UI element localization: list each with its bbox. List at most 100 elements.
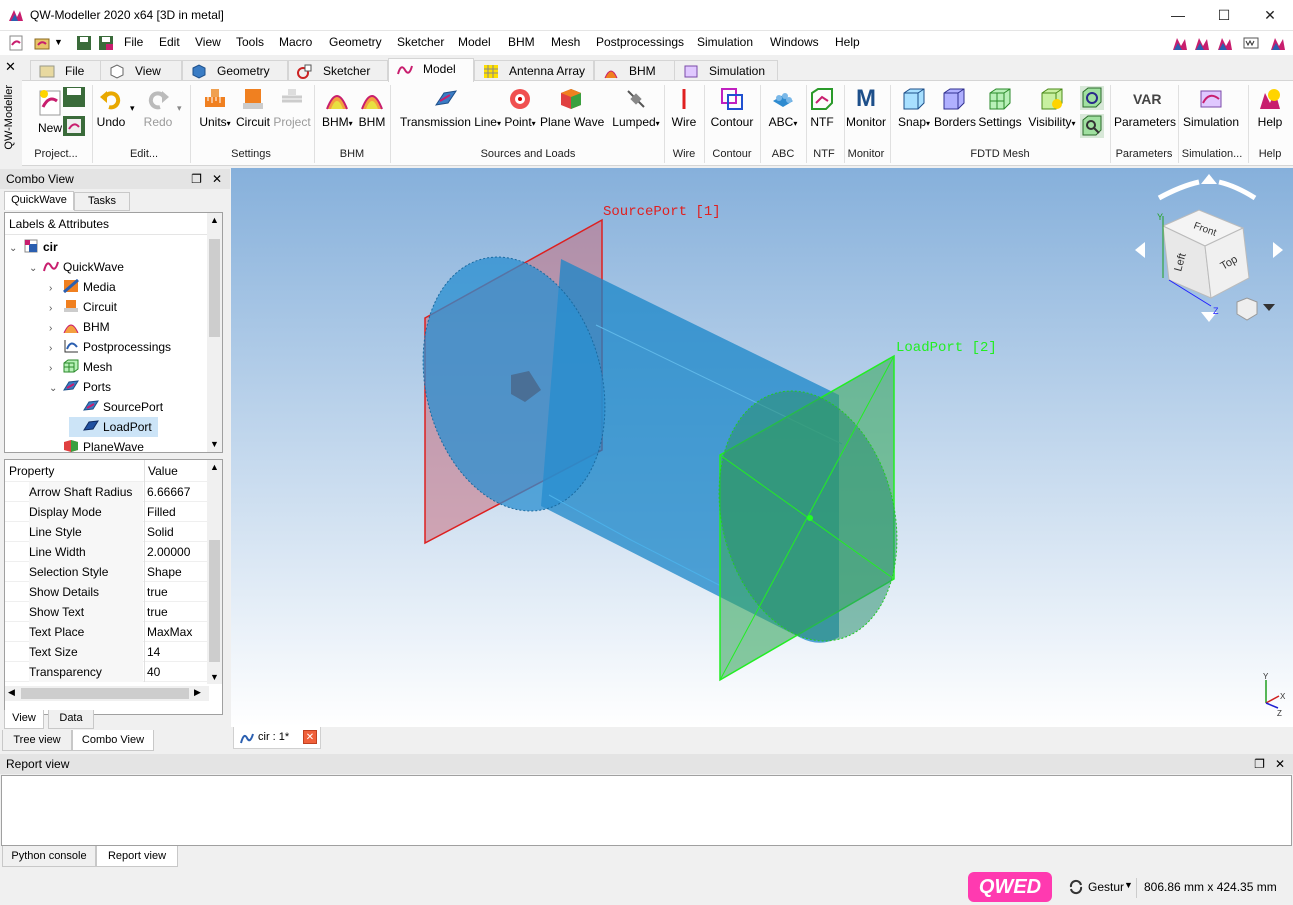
navigation-dropdown-icon[interactable]: ▼	[1124, 880, 1133, 890]
tree-item-cir[interactable]: ⌄ cir	[9, 237, 58, 257]
tab-geometry[interactable]: Geometry	[182, 60, 288, 81]
plane-wave-button[interactable]: Plane Wave	[540, 87, 604, 129]
lumped-button[interactable]: Lumped▾	[612, 87, 660, 129]
property-hscroll-thumb[interactable]	[21, 688, 189, 699]
visibility-button[interactable]: Visibility▾	[1028, 87, 1076, 129]
property-row[interactable]: Display Mode Filled	[5, 502, 209, 522]
close-icon[interactable]: ✕	[212, 172, 222, 186]
navigation-style-label[interactable]: Gestur	[1088, 880, 1124, 894]
3d-scene[interactable]: SourcePort [1] LoadPort [2] Front Left T…	[231, 168, 1293, 727]
doc-tab-close-icon[interactable]: ✕	[303, 730, 317, 744]
web-icon[interactable]	[1243, 35, 1259, 51]
group-simulation-label[interactable]: Simulation...	[1178, 148, 1246, 160]
tree-item-sourceport[interactable]: SourcePort	[69, 397, 163, 417]
close-button[interactable]: ✕	[1247, 0, 1293, 31]
property-value[interactable]: Shape	[144, 562, 182, 582]
menu-model[interactable]: Model	[458, 35, 491, 49]
tree-item-media[interactable]: › Media	[49, 277, 116, 297]
property-value[interactable]: MaxMax	[144, 622, 192, 642]
tab-simulation[interactable]: Simulation	[674, 60, 778, 81]
property-value[interactable]: 14	[144, 642, 160, 662]
menu-postprocessings[interactable]: Postprocessings	[596, 35, 684, 49]
property-row[interactable]: Text Size 14	[5, 642, 209, 662]
tree-item-postprocessings[interactable]: › Postprocessings	[49, 337, 171, 357]
tree-item-quickwave[interactable]: ⌄ QuickWave	[29, 257, 124, 277]
tree-item-ports[interactable]: ⌄ Ports	[49, 377, 111, 397]
close-icon[interactable]: ✕	[1275, 757, 1285, 771]
contour-button[interactable]: Contour	[710, 87, 754, 129]
minimize-button[interactable]: —	[1155, 0, 1201, 31]
property-value[interactable]: Solid	[144, 522, 174, 542]
save-as-icon[interactable]	[98, 35, 114, 51]
rotate-up-icon[interactable]	[1201, 174, 1217, 184]
new-doc-icon[interactable]	[8, 35, 24, 51]
property-value[interactable]: Filled	[144, 502, 176, 522]
expand-arrow-icon[interactable]: ⌄	[29, 259, 43, 279]
group-project-label[interactable]: Project...	[22, 148, 90, 160]
expand-arrow-icon[interactable]: ›	[49, 279, 63, 299]
redo-dropdown-icon[interactable]: ▾	[177, 103, 182, 114]
qwed-tool-icon-1[interactable]	[1172, 35, 1188, 51]
menu-geometry[interactable]: Geometry	[329, 35, 382, 49]
property-row[interactable]: Show Text true	[5, 602, 209, 622]
property-value[interactable]: 2.00000	[144, 542, 190, 562]
tab-report-view[interactable]: Report view	[96, 846, 178, 867]
tree-item-mesh[interactable]: › Mesh	[49, 357, 112, 377]
open-project-icon[interactable]	[62, 115, 86, 137]
expand-arrow-icon[interactable]: ⌄	[49, 379, 63, 399]
expand-arrow-icon[interactable]: ›	[49, 299, 63, 319]
rotate-left-icon[interactable]	[1135, 242, 1145, 258]
menu-windows[interactable]: Windows	[770, 35, 819, 49]
tab-antenna-array[interactable]: Antenna Array	[474, 60, 594, 81]
property-scroll-thumb[interactable]	[209, 540, 220, 662]
property-scrollbar[interactable]: ▲ ▼	[207, 460, 222, 684]
maximize-button[interactable]: ☐	[1201, 0, 1247, 31]
snap-button[interactable]: Snap▾	[898, 87, 930, 129]
bhm-button[interactable]: BHM	[358, 87, 386, 129]
expand-arrow-icon[interactable]: ›	[49, 339, 63, 359]
scroll-down-icon[interactable]: ▼	[210, 439, 219, 449]
parameters-button[interactable]: VAR Parameters	[1114, 87, 1176, 129]
borders-button[interactable]: Borders	[934, 87, 976, 129]
bhm-dropdown-button[interactable]: BHM▾	[322, 87, 353, 129]
menu-file[interactable]: File	[124, 35, 143, 49]
undo-dropdown-icon[interactable]: ▾	[130, 103, 135, 114]
tab-view-sub[interactable]: View	[4, 710, 44, 729]
qwed-tool-icon-2[interactable]	[1194, 35, 1210, 51]
tab-bhm[interactable]: BHM	[594, 60, 680, 81]
scroll-left-icon[interactable]: ◀	[8, 687, 15, 698]
save-icon[interactable]	[76, 35, 92, 51]
mesh-settings-button[interactable]: Settings	[978, 87, 1022, 129]
side-strip-close-icon[interactable]: ✕	[5, 59, 16, 75]
orbit-left-arrow-icon[interactable]	[1157, 179, 1200, 201]
float-icon[interactable]: ❐	[1254, 757, 1265, 771]
abc-button[interactable]: ABC▾	[768, 87, 798, 129]
scroll-up-icon[interactable]: ▲	[210, 215, 219, 225]
expand-arrow-icon[interactable]: ⌄	[9, 239, 23, 259]
mesh-zoom-toggle-icon[interactable]	[1080, 114, 1104, 138]
menu-edit[interactable]: Edit	[159, 35, 180, 49]
menu-help[interactable]: Help	[835, 35, 860, 49]
doc-tab-cir[interactable]: cir : 1* ✕	[233, 727, 321, 749]
property-row[interactable]: Transparency 40	[5, 662, 209, 682]
tab-python-console[interactable]: Python console	[2, 846, 96, 867]
3d-viewport[interactable]: SourcePort [1] LoadPort [2] Front Left T…	[231, 168, 1293, 727]
menu-sketcher[interactable]: Sketcher	[397, 35, 444, 49]
open-doc-icon[interactable]	[34, 35, 50, 51]
menu-macro[interactable]: Macro	[279, 35, 312, 49]
menu-mesh[interactable]: Mesh	[551, 35, 580, 49]
qwed-logo-icon[interactable]	[1270, 35, 1286, 51]
wire-button[interactable]: Wire	[670, 87, 698, 129]
rotate-right-icon[interactable]	[1273, 242, 1283, 258]
scroll-up-icon[interactable]: ▲	[210, 462, 219, 472]
property-hscrollbar[interactable]: ◀ ▶	[5, 686, 209, 701]
float-icon[interactable]: ❐	[191, 172, 202, 186]
property-row[interactable]: Line Width 2.00000	[5, 542, 209, 562]
side-strip-label[interactable]: QW-Modeller	[3, 85, 15, 150]
expand-arrow-icon[interactable]: ›	[49, 359, 63, 379]
tree-item-circuit[interactable]: › Circuit	[49, 297, 117, 317]
point-button[interactable]: Point▾	[502, 87, 538, 129]
tree-item-bhm[interactable]: › BHM	[49, 317, 110, 337]
property-value[interactable]: 6.66667	[144, 482, 190, 502]
circuit-button[interactable]: Circuit	[236, 87, 270, 129]
